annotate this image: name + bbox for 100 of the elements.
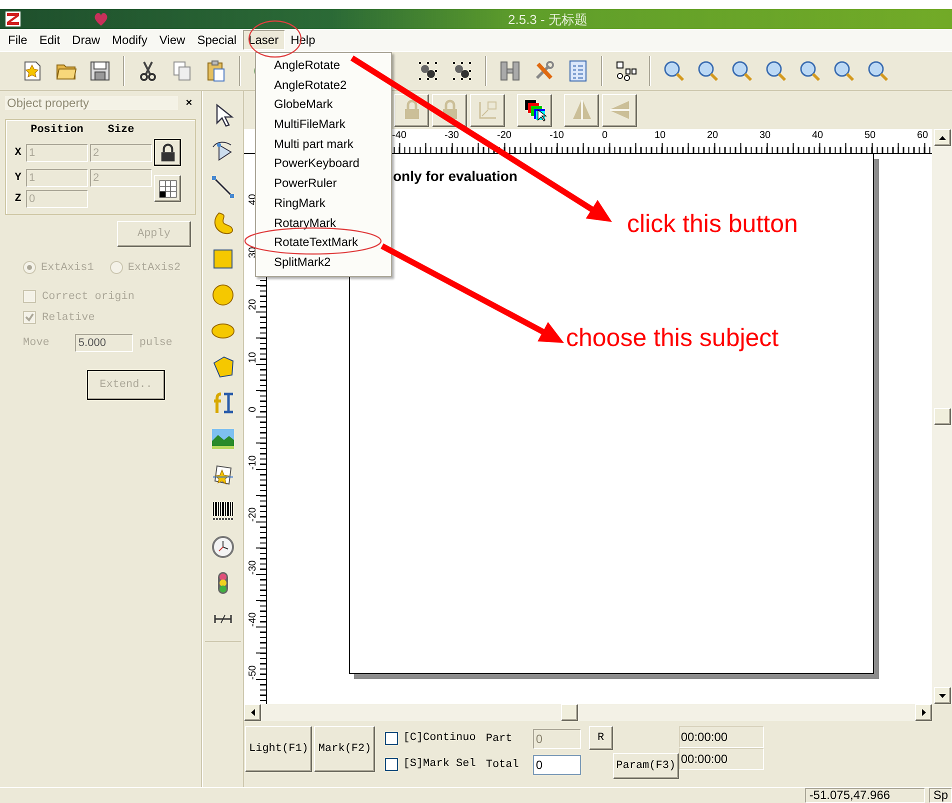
menu-item[interactable]: RingMark <box>256 194 391 214</box>
layers-icon <box>522 98 546 122</box>
time-display: 00:00:00 <box>678 748 764 770</box>
checkbox-label: [C]Continuo <box>403 732 476 744</box>
menu-item[interactable]: View <box>153 30 192 50</box>
ruler-label: -10 <box>550 130 564 141</box>
menu-item[interactable]: SplitMark2 <box>256 252 391 273</box>
checkbox-label: Relative <box>42 312 95 324</box>
menu-item[interactable]: PowerRuler <box>256 174 391 194</box>
radio-label: ExtAxis1 <box>41 262 94 274</box>
light-button[interactable]: Light(F1) <box>245 726 312 772</box>
mirror-horizontal-button[interactable] <box>564 94 599 126</box>
field-label: Total <box>486 759 520 771</box>
text-tool-icon[interactable] <box>211 391 235 415</box>
vertical-scrollbar[interactable] <box>932 129 952 704</box>
ruler-label: -20 <box>497 130 512 141</box>
scroll-thumb[interactable] <box>561 704 578 721</box>
checkbox-label: [S]Mark Sel <box>403 758 476 770</box>
menu-item[interactable]: File <box>2 30 34 50</box>
column-header: Size <box>106 124 136 136</box>
menu-item[interactable]: AngleRotate <box>256 56 391 76</box>
scroll-right-button[interactable] <box>915 704 932 721</box>
scroll-down-button[interactable] <box>934 687 950 704</box>
right-arrow-icon <box>922 709 926 716</box>
line-icon[interactable] <box>211 175 235 199</box>
ruler-label: 40 <box>812 130 824 141</box>
window-title: 2.5.3 - 无标题 <box>508 11 588 29</box>
evaluation-notice: only for evaluation <box>393 168 518 184</box>
h-shape-icon[interactable] <box>498 59 522 83</box>
menu-item[interactable]: PowerKeyboard <box>256 154 391 174</box>
ruler-label: -30 <box>444 130 459 141</box>
field-label: Part <box>486 733 514 745</box>
menu-item[interactable]: Edit <box>33 30 66 50</box>
scroll-up-button[interactable] <box>934 129 950 146</box>
zoom-icon[interactable] <box>662 59 686 83</box>
hierarchy-icon[interactable] <box>614 59 638 83</box>
nodes-icon[interactable] <box>416 59 440 83</box>
barcode-icon[interactable] <box>211 499 235 523</box>
scroll-left-button[interactable] <box>244 704 261 721</box>
time-display: 00:00:00 <box>678 726 764 748</box>
heart-icon <box>92 10 110 28</box>
menu-item[interactable]: Multi part mark <box>256 134 391 154</box>
ruler-label: 60 <box>917 130 928 141</box>
axis-label: X <box>14 146 22 158</box>
continuous-checkbox[interactable] <box>385 732 398 744</box>
menu-item[interactable]: Modify <box>106 30 154 50</box>
grid-icon <box>158 178 178 198</box>
ruler-label: -10 <box>248 454 258 472</box>
menu-item[interactable]: GlobeMark <box>256 95 391 116</box>
image-icon[interactable] <box>211 427 235 451</box>
circle-icon[interactable] <box>211 283 235 307</box>
zoom-grid-icon[interactable] <box>832 59 856 83</box>
annotation-text: click this button <box>627 210 798 239</box>
zoom-in-icon[interactable] <box>730 59 754 83</box>
rectangle-icon[interactable] <box>211 247 235 271</box>
ruler-label: 0 <box>602 130 608 141</box>
status-field: Sp <box>929 788 952 803</box>
coordinates-readout: -51.075,47.966 <box>805 788 926 803</box>
total-field[interactable]: 0 <box>532 755 581 775</box>
menu-item[interactable]: RotateTextMark <box>256 233 391 253</box>
ruler-label: 0 <box>248 406 258 414</box>
zoom-page-icon[interactable] <box>866 59 890 83</box>
clock-icon[interactable] <box>211 535 235 559</box>
polygon-icon[interactable] <box>211 355 235 379</box>
ruler-label: 20 <box>248 298 258 312</box>
mirror-vertical-button[interactable] <box>602 94 637 126</box>
zoom-text-icon[interactable] <box>798 59 822 83</box>
menu-item[interactable]: Draw <box>66 30 106 50</box>
menu-item[interactable]: MultiFileMark <box>256 115 391 135</box>
scroll-thumb[interactable] <box>934 408 950 425</box>
panel-title: Object property <box>5 96 178 110</box>
align-button[interactable] <box>470 94 505 126</box>
save-icon[interactable] <box>88 59 112 83</box>
ruler-label: 10 <box>248 350 258 365</box>
horizontal-scrollbar[interactable] <box>244 704 932 721</box>
menu-item[interactable]: RotaryMark <box>256 214 391 234</box>
axis-label: Z <box>14 193 22 205</box>
nodes-icon[interactable] <box>450 59 474 83</box>
ruler-label: 10 <box>654 130 666 141</box>
mirror-vertical-icon <box>608 98 632 122</box>
param-button[interactable]: Param(F3) <box>612 753 679 779</box>
unit-label: pulse <box>139 337 172 349</box>
ruler-label: 20 <box>707 130 718 141</box>
ruler-label: -50 <box>248 664 258 682</box>
menu-item[interactable]: Special <box>191 30 243 50</box>
layers-button[interactable] <box>517 94 552 126</box>
radio-label: ExtAxis2 <box>128 262 181 274</box>
mark-button[interactable]: Mark(F2) <box>314 726 376 772</box>
ruler-label: -40 <box>392 130 406 141</box>
annotation-text: choose this subject <box>566 324 779 353</box>
axis-label: Y <box>14 172 22 184</box>
menu-item[interactable]: AngleRotate2 <box>256 76 391 96</box>
ruler-label: -40 <box>248 611 258 629</box>
zoom-pan-icon[interactable] <box>696 59 720 83</box>
zoom-out-icon[interactable] <box>764 59 788 83</box>
star-document-icon[interactable] <box>211 463 235 487</box>
ruler-label: -30 <box>248 558 258 576</box>
menu-item[interactable]: Laser <box>242 30 285 50</box>
mark-selected-checkbox[interactable] <box>385 758 398 770</box>
reset-button[interactable]: R <box>588 726 613 750</box>
